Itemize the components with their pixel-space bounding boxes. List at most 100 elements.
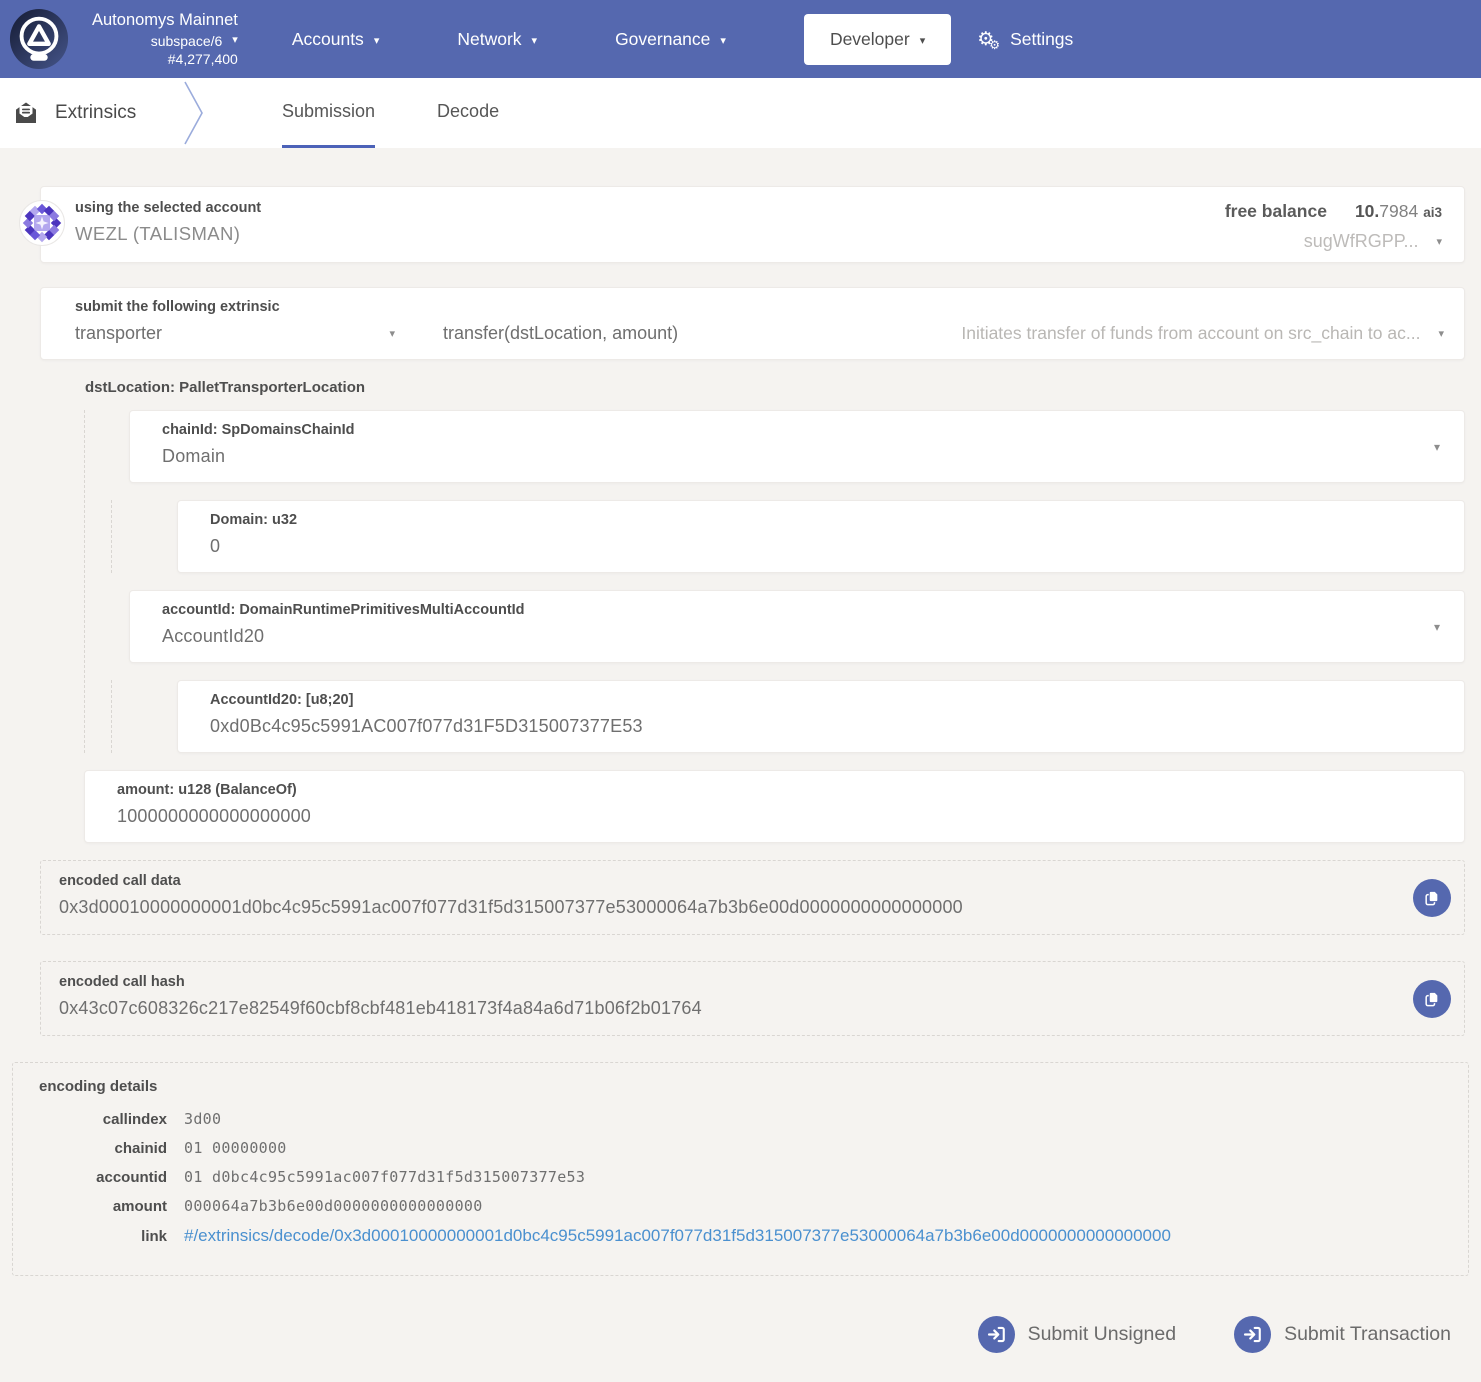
encoded-call-data-value: 0x3d00010000000001d0bc4c95c5991ac007f077… bbox=[59, 897, 1380, 918]
extrinsic-selects-row: transporter ▾ transfer(dstLocation, amou… bbox=[75, 323, 1444, 344]
dst-location-group: chainId: SpDomainsChainId Domain ▾ Domai… bbox=[84, 410, 1465, 753]
encoding-row-accountid: accountid 01 d0bc4c95c5991ac007f077d31f5… bbox=[39, 1162, 1448, 1191]
top-nav-bar: Autonomys Mainnet subspace/6 ▾ #4,277,40… bbox=[0, 0, 1481, 78]
nav-developer[interactable]: Developer ▾ bbox=[804, 14, 951, 65]
decode-link[interactable]: #/extrinsics/decode/0x3d00010000000001d0… bbox=[184, 1226, 1171, 1246]
accountid-type-select[interactable]: accountId: DomainRuntimePrimitivesMultiA… bbox=[129, 590, 1465, 663]
balance-integer: 10. bbox=[1355, 201, 1379, 221]
chevron-down-icon: ▾ bbox=[232, 33, 238, 47]
chevron-down-icon[interactable]: ▾ bbox=[1434, 620, 1440, 634]
accountid20-value[interactable]: 0xd0Bc4c95c5991AC007f077d31F5D315007377E… bbox=[210, 716, 1404, 737]
chevron-down-icon: ▾ bbox=[920, 34, 926, 47]
amount-label: amount: u128 (BalanceOf) bbox=[117, 782, 1404, 798]
chainid-value: Domain bbox=[162, 446, 1404, 467]
encoded-call-hash-row: encoded call hash 0x43c07c608326c217e825… bbox=[40, 961, 1465, 1036]
breadcrumb-chevron-icon bbox=[182, 80, 206, 146]
submit-unsigned-button[interactable]: Submit Unsigned bbox=[978, 1316, 1177, 1353]
nav-accounts-label: Accounts bbox=[292, 29, 364, 50]
app-root: Autonomys Mainnet subspace/6 ▾ #4,277,40… bbox=[0, 0, 1481, 1382]
nav-network[interactable]: Network ▾ bbox=[457, 29, 537, 50]
domain-input[interactable]: Domain: u32 0 bbox=[177, 500, 1465, 573]
submit-transaction-button[interactable]: Submit Transaction bbox=[1234, 1316, 1451, 1353]
extrinsics-submission-page: using the selected account WEZL (TALISMA… bbox=[0, 148, 1481, 1382]
nav-settings[interactable]: ⚙⚙ Settings bbox=[977, 29, 1073, 50]
tab-bar: Extrinsics Submission Decode bbox=[0, 78, 1481, 148]
pallet-select[interactable]: transporter ▾ bbox=[75, 323, 395, 344]
nav-settings-label: Settings bbox=[1010, 29, 1073, 50]
nav-accounts[interactable]: Accounts ▾ bbox=[292, 29, 380, 50]
settings-gears-icon: ⚙⚙ bbox=[977, 30, 1000, 49]
chain-selector[interactable]: subspace/6 ▾ bbox=[151, 32, 238, 50]
action-buttons: Submit Unsigned Submit Transaction bbox=[40, 1276, 1465, 1353]
copy-icon bbox=[1422, 888, 1442, 908]
encoding-row-callindex: callindex 3d00 bbox=[39, 1104, 1448, 1133]
extrinsics-envelope-icon bbox=[13, 101, 39, 125]
free-balance: free balance10.7984ai3 bbox=[1225, 201, 1442, 222]
nav-network-label: Network bbox=[457, 29, 521, 50]
encoded-call-hash-value: 0x43c07c608326c217e82549f60cbf8cbf481eb4… bbox=[59, 998, 1380, 1019]
accountid20-input[interactable]: AccountId20: [u8;20] 0xd0Bc4c95c5991AC00… bbox=[177, 680, 1465, 753]
chainid-subgroup: Domain: u32 0 bbox=[111, 500, 1465, 573]
encoding-row-link: link #/extrinsics/decode/0x3d00010000000… bbox=[39, 1220, 1448, 1251]
extrinsic-params: dstLocation: PalletTransporterLocation c… bbox=[84, 375, 1465, 843]
tabs: Submission Decode bbox=[282, 78, 561, 148]
chainid-label: chainId: SpDomainsChainId bbox=[162, 422, 1404, 438]
method-select-value: transfer(dstLocation, amount) bbox=[443, 323, 678, 344]
amount-input[interactable]: amount: u128 (BalanceOf) 100000000000000… bbox=[84, 770, 1465, 843]
accountid20-label: AccountId20: [u8;20] bbox=[210, 692, 1404, 708]
chevron-down-icon: ▾ bbox=[532, 34, 538, 47]
balance-fraction: 7984 bbox=[1379, 201, 1418, 221]
domain-value[interactable]: 0 bbox=[210, 536, 1404, 557]
copy-call-hash-button[interactable] bbox=[1413, 980, 1451, 1018]
submit-transaction-label: Submit Transaction bbox=[1284, 1323, 1451, 1346]
chain-info: Autonomys Mainnet subspace/6 ▾ #4,277,40… bbox=[92, 10, 238, 68]
section-title-label: Extrinsics bbox=[55, 102, 136, 124]
copy-call-data-button[interactable] bbox=[1413, 879, 1451, 917]
nav-governance-label: Governance bbox=[615, 29, 710, 50]
balance-unit: ai3 bbox=[1423, 205, 1442, 220]
section-title: Extrinsics bbox=[0, 78, 168, 148]
chainid-select[interactable]: chainId: SpDomainsChainId Domain ▾ bbox=[129, 410, 1465, 483]
main-nav: Accounts ▾ Network ▾ Governance ▾ Develo… bbox=[292, 14, 1151, 65]
sign-in-icon bbox=[978, 1316, 1015, 1353]
chevron-down-icon: ▾ bbox=[1436, 235, 1442, 248]
sign-in-icon bbox=[1234, 1316, 1271, 1353]
encoding-row-chainid: chainid 01 00000000 bbox=[39, 1133, 1448, 1162]
autonomys-logo-icon[interactable] bbox=[8, 8, 70, 70]
chevron-down-icon[interactable]: ▾ bbox=[1434, 440, 1440, 454]
network-name: Autonomys Mainnet bbox=[92, 10, 238, 31]
account-identicon[interactable] bbox=[19, 200, 65, 246]
pallet-select-value: transporter bbox=[75, 323, 162, 344]
method-select[interactable]: transfer(dstLocation, amount) Initiates … bbox=[443, 323, 1444, 344]
chevron-down-icon: ▾ bbox=[720, 34, 726, 47]
encoding-row-amount: amount 000064a7b3b6e00d0000000000000000 bbox=[39, 1191, 1448, 1220]
encoded-call-hash-label: encoded call hash bbox=[59, 974, 1380, 990]
account-address-short: sugWfRGPP... bbox=[1304, 231, 1419, 252]
encoding-details-title: encoding details bbox=[39, 1078, 1448, 1095]
chevron-down-icon: ▾ bbox=[374, 34, 380, 47]
chevron-down-icon: ▾ bbox=[1438, 327, 1444, 340]
chevron-down-icon: ▾ bbox=[389, 327, 395, 340]
extrinsic-selector-card: submit the following extrinsic transport… bbox=[40, 287, 1465, 360]
submit-unsigned-label: Submit Unsigned bbox=[1028, 1323, 1177, 1346]
tab-decode[interactable]: Decode bbox=[437, 78, 499, 148]
accountid-label: accountId: DomainRuntimePrimitivesMultiA… bbox=[162, 602, 1404, 618]
dst-location-label: dstLocation: PalletTransporterLocation bbox=[84, 375, 1465, 410]
encoding-details: encoding details callindex 3d00 chainid … bbox=[12, 1062, 1469, 1276]
tab-submission[interactable]: Submission bbox=[282, 78, 375, 148]
nav-governance[interactable]: Governance ▾ bbox=[615, 29, 726, 50]
domain-label: Domain: u32 bbox=[210, 512, 1404, 528]
nav-developer-label: Developer bbox=[830, 29, 910, 50]
accountid-value: AccountId20 bbox=[162, 626, 1404, 647]
extrinsic-field-label: submit the following extrinsic bbox=[75, 299, 1444, 315]
encoded-call-data-row: encoded call data 0x3d00010000000001d0bc… bbox=[40, 860, 1465, 935]
block-number: #4,277,400 bbox=[168, 50, 238, 68]
account-address-dropdown[interactable]: sugWfRGPP... ▾ bbox=[1225, 231, 1442, 252]
encoded-call-data-label: encoded call data bbox=[59, 873, 1380, 889]
amount-value[interactable]: 1000000000000000000 bbox=[117, 806, 1404, 827]
account-card: using the selected account WEZL (TALISMA… bbox=[40, 186, 1465, 263]
copy-icon bbox=[1422, 989, 1442, 1009]
accountid-subgroup: AccountId20: [u8;20] 0xd0Bc4c95c5991AC00… bbox=[111, 680, 1465, 753]
chain-selector-label: subspace/6 bbox=[151, 32, 223, 50]
method-description: Initiates transfer of funds from account… bbox=[961, 323, 1420, 344]
